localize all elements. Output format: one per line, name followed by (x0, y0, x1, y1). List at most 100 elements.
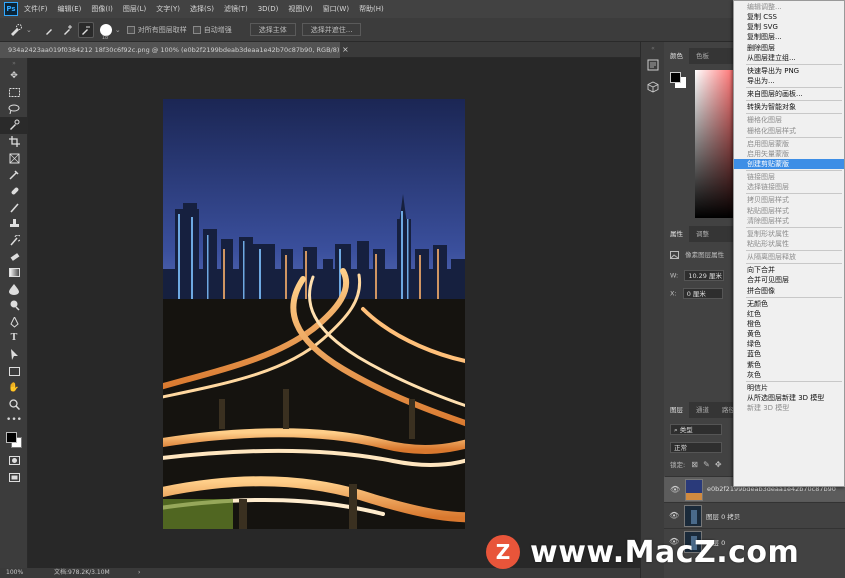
chevron-down-icon[interactable]: ⌄ (26, 26, 32, 34)
menu-window[interactable]: 窗口(W) (323, 4, 349, 14)
visibility-eye-icon[interactable]: 👁 (670, 485, 680, 494)
width-field[interactable]: 10.29 厘米 (684, 270, 725, 281)
zoom-level[interactable]: 100% (6, 568, 23, 578)
blur-tool-icon[interactable] (0, 281, 28, 297)
menu-layer[interactable]: 图层(L) (123, 4, 146, 14)
context-menu-item[interactable]: 无颜色 (734, 299, 844, 309)
menu-help[interactable]: 帮助(H) (359, 4, 384, 14)
gradient-tool-icon[interactable] (0, 265, 28, 281)
tab-properties[interactable]: 属性 (664, 226, 689, 242)
rectangle-tool-icon[interactable] (0, 363, 28, 379)
context-menu-item[interactable]: 转换为智能对象 (734, 102, 844, 112)
tab-color[interactable]: 颜色 (664, 48, 689, 64)
menu-3d[interactable]: 3D(D) (258, 5, 279, 13)
subtract-from-selection-icon[interactable] (77, 21, 94, 38)
move-tool-icon[interactable]: ✥ (0, 68, 28, 84)
healing-brush-tool-icon[interactable] (0, 183, 28, 199)
context-menu-item[interactable]: 快速导出为 PNG (734, 66, 844, 76)
status-arrow-icon[interactable]: › (138, 568, 140, 578)
new-selection-icon[interactable] (42, 22, 58, 38)
dodge-tool-icon[interactable] (0, 297, 28, 313)
document-image[interactable] (163, 99, 465, 529)
context-menu-item[interactable]: 明信片 (734, 383, 844, 393)
document-tab-bar: 934a2423aa019f0384212 18f30c6f92c.png @ … (0, 42, 640, 58)
context-menu-item[interactable]: 创建剪贴蒙版 (734, 158, 844, 170)
history-brush-tool-icon[interactable] (0, 232, 28, 248)
menu-filter[interactable]: 滤镜(T) (224, 4, 248, 14)
tab-layers[interactable]: 图层 (664, 402, 689, 418)
context-menu-item[interactable]: 复制 SVG (734, 22, 844, 32)
tab-swatches[interactable]: 色板 (690, 48, 715, 64)
context-menu-item[interactable]: 从所选图层新建 3D 模型 (734, 393, 844, 403)
brush-tool-icon[interactable] (0, 199, 28, 215)
context-menu-item[interactable]: 橙色 (734, 319, 844, 329)
context-menu-item[interactable]: 来自图层的画板... (734, 89, 844, 99)
context-menu-item[interactable]: 紫色 (734, 360, 844, 370)
menu-edit[interactable]: 编辑(E) (58, 4, 82, 14)
more-tools-icon[interactable]: ••• (0, 412, 28, 428)
sample-all-layers-checkbox[interactable] (126, 25, 135, 34)
color-swatches[interactable] (0, 429, 28, 453)
visibility-eye-icon[interactable]: 👁 (669, 511, 679, 520)
select-subject-button[interactable]: 选择主体 (249, 23, 296, 36)
lock-image-pixels-icon[interactable]: ✎ (703, 460, 710, 469)
context-menu-item[interactable]: 红色 (734, 309, 844, 319)
menu-view[interactable]: 视图(V) (288, 4, 312, 14)
type-tool-icon[interactable]: T (0, 330, 28, 346)
quick-selection-tool-button-icon[interactable] (0, 117, 28, 134)
clone-stamp-tool-icon[interactable] (0, 216, 28, 232)
lock-position-icon[interactable]: ✥ (715, 460, 722, 469)
frame-tool-icon[interactable] (0, 150, 28, 166)
dock-grip-icon[interactable]: « (641, 42, 665, 54)
context-menu-item[interactable]: 合并可见图层 (734, 275, 844, 285)
x-field[interactable]: 0 厘米 (682, 288, 723, 299)
add-to-selection-icon[interactable] (60, 22, 76, 38)
panel-foreground-swatch[interactable] (670, 72, 681, 83)
context-menu-item[interactable]: 黄色 (734, 329, 844, 339)
context-menu-item[interactable]: 灰色 (734, 370, 844, 380)
screen-mode-icon[interactable] (0, 469, 28, 485)
layer-row[interactable]: 👁 图层 0 拷贝 (664, 502, 845, 528)
context-menu-item[interactable]: 向下合并 (734, 265, 844, 275)
3d-panel-icon[interactable] (641, 76, 665, 98)
quick-mask-icon[interactable] (0, 453, 28, 469)
context-menu-item[interactable]: 删除图层 (734, 43, 844, 53)
close-tab-icon[interactable]: × (342, 42, 349, 58)
pen-tool-icon[interactable] (0, 314, 28, 330)
foreground-color-swatch[interactable] (6, 431, 17, 443)
context-menu-item[interactable]: 拼合图像 (734, 286, 844, 296)
menu-image[interactable]: 图像(I) (91, 4, 113, 14)
lock-transparent-pixels-icon[interactable]: ⊠ (691, 460, 698, 469)
quick-selection-tool-icon[interactable] (8, 22, 24, 38)
layer-name[interactable]: 图层 0 拷贝 (706, 511, 740, 521)
lasso-tool-icon[interactable] (0, 101, 28, 117)
crop-tool-icon[interactable] (0, 134, 28, 150)
eraser-tool-icon[interactable] (0, 248, 28, 264)
marquee-tool-icon[interactable] (0, 84, 28, 100)
context-menu-item[interactable]: 复制 CSS (734, 12, 844, 22)
layer-kind-filter[interactable]: ⌕ 类型 (670, 424, 722, 435)
color-field[interactable] (695, 70, 735, 218)
document-tab[interactable]: 934a2423aa019f0384212 18f30c6f92c.png @ … (0, 42, 340, 58)
menu-select[interactable]: 选择(S) (190, 4, 214, 14)
context-menu-item[interactable]: 复制图层... (734, 32, 844, 42)
context-menu-item[interactable]: 导出为... (734, 76, 844, 86)
brush-size-preview[interactable]: 18 (99, 23, 112, 41)
context-menu-item[interactable]: 蓝色 (734, 349, 844, 359)
brush-dropdown-chevron-icon[interactable]: ⌄ (115, 26, 121, 34)
path-selection-tool-icon[interactable] (0, 347, 28, 363)
zoom-tool-icon[interactable] (0, 396, 28, 412)
menu-type[interactable]: 文字(Y) (156, 4, 180, 14)
toolbar-grip-icon[interactable]: » (0, 58, 28, 68)
hand-tool-icon[interactable]: ✋ (0, 379, 28, 395)
eyedropper-tool-icon[interactable] (0, 166, 28, 182)
blend-mode-select[interactable]: 正常 (670, 442, 722, 453)
select-and-mask-button[interactable]: 选择并遮住... (301, 23, 362, 36)
auto-enhance-checkbox[interactable] (192, 25, 201, 34)
context-menu-item[interactable]: 从图层建立组... (734, 53, 844, 63)
history-panel-icon[interactable] (641, 54, 665, 76)
menu-file[interactable]: 文件(F) (24, 4, 48, 14)
context-menu-item[interactable]: 绿色 (734, 339, 844, 349)
tab-channels[interactable]: 通道 (690, 402, 715, 418)
tab-adjustments[interactable]: 调整 (690, 226, 715, 242)
